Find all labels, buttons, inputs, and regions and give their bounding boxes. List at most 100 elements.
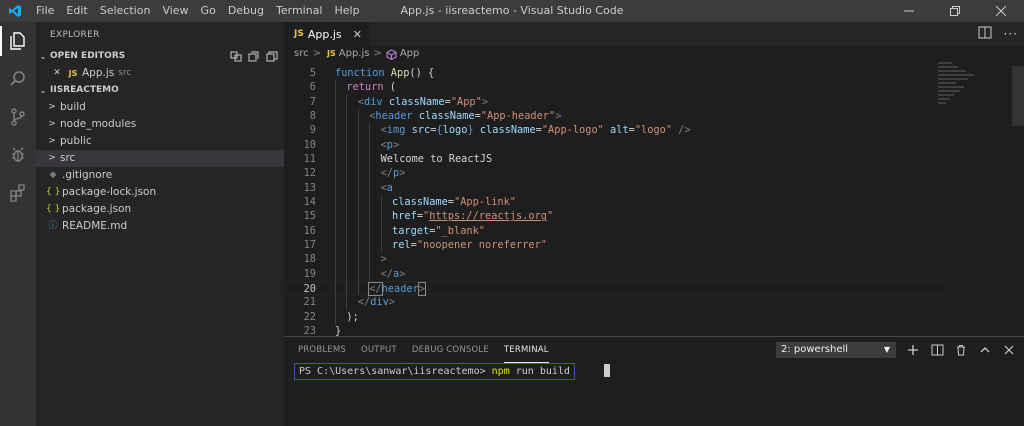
folder-public[interactable]: > public (36, 133, 284, 150)
tree-item-label: build (60, 101, 86, 113)
code-line[interactable]: 22); (284, 309, 944, 324)
code-line[interactable]: 9 <img src={logo} className="App-logo" al… (284, 123, 944, 138)
code-text: rel="noopener noreferrer" (392, 238, 547, 252)
code-line[interactable]: 13 <a (284, 180, 944, 195)
chevron-right-icon: > (312, 48, 321, 59)
code-line[interactable]: 21 </div> (284, 295, 944, 310)
code-text: <a (381, 181, 393, 195)
code-line[interactable]: 6 return ( (284, 80, 944, 95)
panel-tab-output[interactable]: OUTPUT (361, 337, 397, 363)
code-line[interactable]: 5 function App() { (284, 66, 944, 80)
kill-terminal-icon[interactable] (954, 343, 968, 357)
title-bar: File Edit Selection View Go Debug Terminal Help… (0, 0, 1024, 22)
code-line[interactable]: 10 <p> (284, 137, 944, 152)
menu-view[interactable]: View (156, 0, 194, 22)
line-number: 6 (309, 81, 316, 94)
menu-edit[interactable]: Edit (60, 0, 93, 22)
menu-terminal[interactable]: Terminal (270, 0, 329, 22)
maximize-panel-icon[interactable] (978, 343, 992, 357)
folder-src[interactable]: > src (36, 150, 284, 167)
code-editor[interactable]: 5 function App() {6 return (7 <div classNam… (284, 66, 944, 337)
source-control-icon[interactable] (0, 98, 36, 136)
close-all-editors-icon[interactable] (266, 51, 278, 62)
folder-node-modules[interactable]: > node_modules (36, 116, 284, 133)
code-token: https://reactjs.org (429, 210, 548, 223)
folder-build[interactable]: > build (36, 99, 284, 116)
extensions-icon[interactable] (0, 174, 36, 212)
project-section[interactable]: ⌄ IISREACTEMO (36, 82, 284, 99)
code-line[interactable]: 8 <header className="App-header"> (284, 108, 944, 124)
code-line[interactable]: 16 target="_blank" (284, 223, 944, 238)
code-line[interactable]: 11 Welcome to ReactJS (284, 151, 944, 167)
new-untitled-file-icon[interactable] (230, 51, 242, 62)
file-readme-md[interactable]: ⓘ README.md (36, 218, 284, 235)
breadcrumb-file[interactable]: App.js (339, 46, 370, 62)
breadcrumb-folder[interactable]: src (294, 46, 309, 62)
close-window-icon[interactable] (978, 0, 1024, 22)
menu-file[interactable]: File (30, 0, 60, 22)
code-token: rel (392, 238, 411, 251)
code-line[interactable]: 20 </header> (284, 280, 944, 296)
terminal-select[interactable]: 2: powershell ▼ (776, 342, 896, 358)
code-token: header (375, 109, 419, 122)
code-line[interactable]: 7 <div className="App"> (284, 94, 944, 109)
panel-tab-problems[interactable]: PROBLEMS (298, 337, 346, 363)
split-editor-icon[interactable] (978, 26, 992, 42)
open-editor-item[interactable]: ✕ JS App.js src (36, 65, 284, 82)
terminal-select-value: 2: powershell (781, 344, 849, 355)
editor-area: JS App.js ✕ ··· src > JS App.js > App 5 f… (284, 22, 1024, 337)
line-number: 5 (309, 67, 316, 79)
line-number: 9 (309, 124, 316, 137)
file-package-lock-json[interactable]: { } package-lock.json (36, 184, 284, 201)
code-line[interactable]: 12 </p> (284, 166, 944, 181)
debug-icon[interactable] (0, 136, 36, 174)
code-token: "_blank" (435, 224, 486, 237)
menu-help[interactable]: Help (329, 0, 366, 22)
code-token: "App" (450, 95, 482, 108)
code-line[interactable]: 14 className="App-link" (284, 194, 944, 210)
search-icon[interactable] (0, 60, 36, 98)
code-line[interactable]: 17 rel="noopener noreferrer" (284, 237, 944, 253)
bottom-panel: PROBLEMS OUTPUT DEBUG CONSOLE TERMINAL 2: p… (284, 336, 1024, 426)
minimize-icon[interactable] (886, 0, 932, 22)
more-actions-icon[interactable]: ··· (1004, 27, 1018, 41)
code-token: src (411, 124, 431, 137)
file-package-json[interactable]: { } package.json (36, 201, 284, 218)
code-text: </p> (381, 166, 406, 180)
activity-bar (0, 22, 36, 426)
save-all-icon[interactable] (248, 51, 260, 62)
close-tab-icon[interactable]: ✕ (353, 28, 362, 41)
code-text: href="https://reactjs.org" (392, 209, 553, 223)
panel-tab-terminal[interactable]: TERMINAL (503, 337, 549, 363)
breadcrumb-symbol[interactable]: App (400, 46, 420, 62)
code-token: ( (389, 81, 396, 94)
menu-debug[interactable]: Debug (222, 0, 270, 22)
code-line[interactable]: 19 </a> (284, 266, 944, 281)
code-token: className (479, 124, 536, 137)
new-terminal-icon[interactable] (906, 343, 920, 357)
js-file-icon: JS (68, 69, 78, 78)
terminal-input-line[interactable]: PS C:\Users\sanwar\iisreactemo> npm run … (294, 363, 575, 380)
code-text: </div> (358, 295, 395, 309)
code-text: ); (346, 310, 358, 324)
explorer-icon[interactable] (0, 22, 36, 60)
file-gitignore[interactable]: ◆ .gitignore (36, 167, 284, 184)
split-terminal-icon[interactable] (930, 343, 944, 357)
code-line[interactable]: 15 href="https://reactjs.org" (284, 209, 944, 224)
line-number: 10 (303, 138, 316, 151)
panel-tab-debug-console[interactable]: DEBUG CONSOLE (412, 337, 489, 363)
open-editors-section[interactable]: ⌄ OPEN EDITORS (36, 48, 284, 65)
code-line[interactable]: 18 > (284, 252, 944, 267)
tab-app-js[interactable]: JS App.js ✕ (284, 22, 370, 46)
vertical-scrollbar[interactable] (1012, 66, 1024, 126)
restore-icon[interactable] (932, 0, 978, 22)
minimap[interactable] (938, 62, 998, 122)
chevron-down-icon: ⌄ (39, 86, 47, 95)
close-icon[interactable]: ✕ (50, 65, 64, 82)
menu-selection[interactable]: Selection (94, 0, 157, 22)
line-number: 20 (303, 282, 316, 295)
line-number: 14 (303, 195, 316, 208)
menu-go[interactable]: Go (195, 0, 222, 22)
close-panel-icon[interactable] (1002, 343, 1016, 357)
code-text: className="App-link" (392, 195, 516, 209)
